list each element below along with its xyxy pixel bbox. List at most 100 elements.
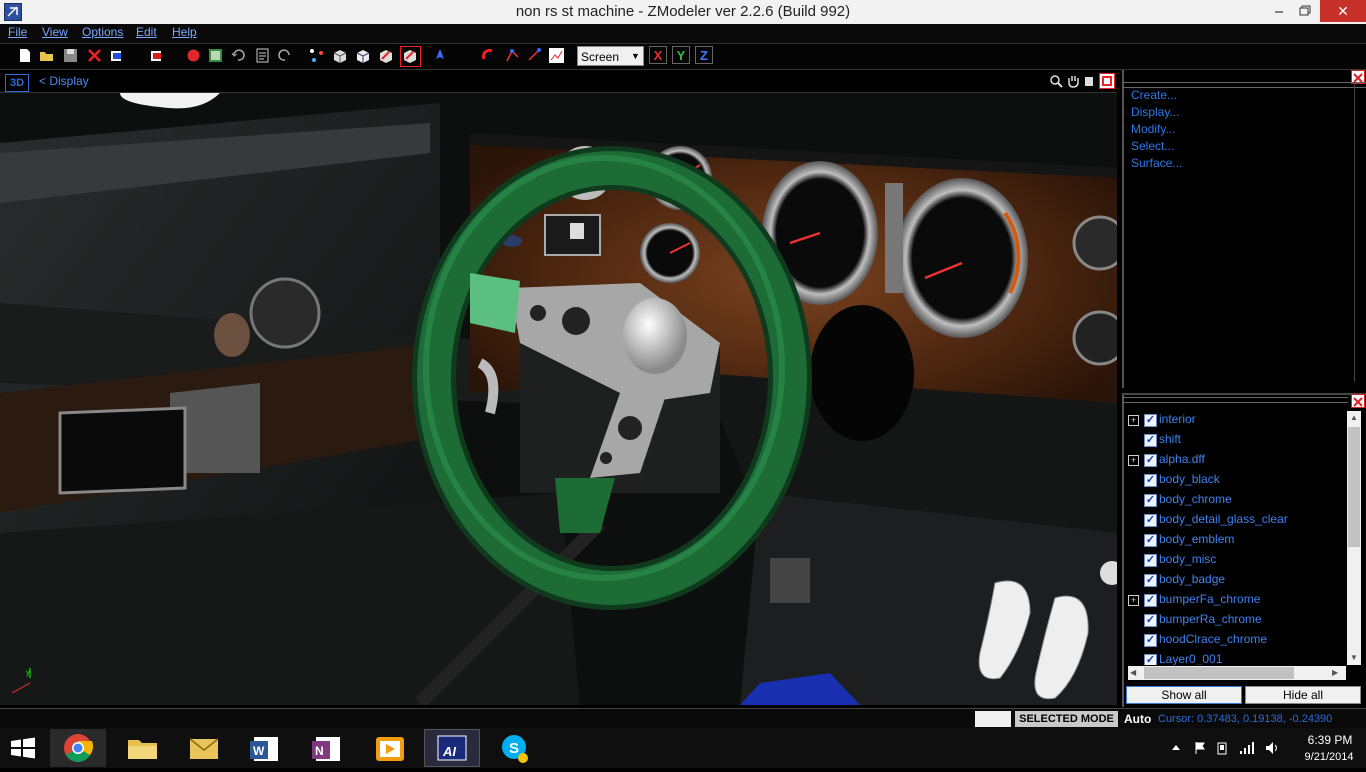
menu-edit[interactable]: Edit — [136, 25, 157, 39]
command-select[interactable]: Select... — [1131, 139, 1174, 153]
taskbar-asus-ai[interactable]: AI — [424, 729, 480, 767]
panel-grip[interactable] — [1122, 397, 1348, 403]
taskbar-skype[interactable]: S — [486, 729, 542, 767]
graph-button[interactable] — [548, 47, 565, 64]
axis-x-toggle[interactable]: X — [649, 46, 667, 64]
tree-item-hoodclrace-chrome[interactable]: ✓ hoodClrace_chrome — [1128, 631, 1343, 651]
visibility-checkbox[interactable]: ✓ — [1144, 474, 1157, 487]
tree-item-body-emblem[interactable]: ✓ body_emblem — [1128, 531, 1343, 551]
select-vertex-button[interactable] — [308, 47, 325, 64]
tray-expand-button[interactable] — [1170, 740, 1182, 754]
command-create[interactable]: Create... — [1131, 88, 1177, 102]
taskbar-file-explorer[interactable] — [115, 729, 171, 767]
start-button[interactable] — [8, 733, 38, 763]
record-button[interactable] — [185, 47, 202, 64]
expand-icon[interactable]: + — [1128, 415, 1139, 426]
grid-snap-button[interactable] — [526, 47, 543, 64]
scroll-down-icon[interactable]: ▼ — [1347, 651, 1361, 665]
import-button[interactable] — [108, 47, 125, 64]
new-file-button[interactable] — [16, 47, 33, 64]
command-panel-scrollbar[interactable] — [1354, 82, 1363, 382]
visibility-checkbox[interactable]: ✓ — [1144, 454, 1157, 467]
show-all-button[interactable]: Show all — [1126, 686, 1242, 704]
open-file-button[interactable] — [38, 47, 55, 64]
selection-mode-indicator[interactable]: SELECTED MODE — [1015, 711, 1118, 727]
tree-item-alpha-dff[interactable]: + ✓ alpha.dff — [1128, 451, 1343, 471]
tree-item-bumperra-chrome[interactable]: ✓ bumperRa_chrome — [1128, 611, 1343, 631]
select-object-button[interactable] — [331, 47, 348, 64]
scroll-right-icon[interactable]: ▶ — [1332, 666, 1344, 680]
clock-date[interactable]: 9/21/2014 — [1298, 751, 1360, 763]
tray-network[interactable] — [1239, 741, 1255, 755]
axis-tool-button[interactable] — [432, 47, 449, 64]
pan-button[interactable] — [1066, 74, 1080, 88]
redo-button[interactable] — [276, 47, 293, 64]
tree-horizontal-scrollbar[interactable]: ◀ ▶ — [1128, 666, 1346, 680]
zoom-button[interactable] — [1049, 74, 1063, 88]
object-tree-close-button[interactable] — [1351, 394, 1365, 408]
scroll-up-icon[interactable]: ▲ — [1347, 411, 1361, 425]
tree-item-interior[interactable]: + ✓ interior — [1128, 411, 1343, 431]
notes-button[interactable] — [254, 47, 271, 64]
snap-button[interactable] — [504, 47, 521, 64]
menu-options[interactable]: Options — [82, 25, 123, 39]
taskbar-media-player[interactable] — [362, 729, 418, 767]
rotate-button[interactable] — [1082, 74, 1096, 88]
clock-time[interactable]: 6:39 PM — [1300, 733, 1360, 747]
command-surface[interactable]: Surface... — [1131, 156, 1182, 170]
tray-device[interactable] — [1215, 741, 1229, 755]
visibility-checkbox[interactable]: ✓ — [1144, 654, 1157, 665]
save-button[interactable] — [62, 47, 79, 64]
taskbar-word[interactable]: W — [238, 729, 294, 767]
visibility-checkbox[interactable]: ✓ — [1144, 494, 1157, 507]
visibility-checkbox[interactable]: ✓ — [1144, 434, 1157, 447]
tree-item-body-misc[interactable]: ✓ body_misc — [1128, 551, 1343, 571]
tree-item-body-detail-glass-clear[interactable]: ✓ body_detail_glass_clear — [1128, 511, 1343, 531]
command-display[interactable]: Display... — [1131, 105, 1179, 119]
export-button[interactable] — [148, 47, 165, 64]
taskbar-chrome[interactable] — [50, 729, 106, 767]
menu-view[interactable]: View — [42, 25, 68, 39]
hide-all-button[interactable]: Hide all — [1245, 686, 1361, 704]
command-modify[interactable]: Modify... — [1131, 122, 1175, 136]
tree-item-body-badge[interactable]: ✓ body_badge — [1128, 571, 1343, 591]
maximize-viewport-button[interactable] — [1099, 73, 1115, 89]
expand-icon[interactable]: + — [1128, 595, 1139, 606]
visibility-checkbox[interactable]: ✓ — [1144, 514, 1157, 527]
visibility-checkbox[interactable]: ✓ — [1144, 594, 1157, 607]
viewport-mode-badge[interactable]: 3D — [5, 74, 29, 92]
invert-select-button[interactable] — [400, 46, 421, 67]
visibility-checkbox[interactable]: ✓ — [1144, 554, 1157, 567]
select-group-button[interactable] — [354, 47, 371, 64]
visibility-checkbox[interactable]: ✓ — [1144, 614, 1157, 627]
tree-item-layer0-001[interactable]: ✓ Layer0_001 — [1128, 651, 1343, 665]
undo-button[interactable] — [230, 47, 247, 64]
tree-item-body-chrome[interactable]: ✓ body_chrome — [1128, 491, 1343, 511]
texture-button[interactable] — [207, 47, 224, 64]
magnet-button[interactable] — [480, 47, 497, 64]
menu-help[interactable]: Help — [172, 25, 197, 39]
3d-viewport[interactable]: y — [0, 93, 1117, 705]
delete-button[interactable] — [86, 47, 103, 64]
select-all-button[interactable] — [377, 47, 394, 64]
maximize-button[interactable] — [1288, 0, 1322, 22]
tree-item-bumperfa-chrome[interactable]: + ✓ bumperFa_chrome — [1128, 591, 1343, 611]
viewport-breadcrumb[interactable]: < Display — [39, 74, 89, 88]
auto-toggle[interactable]: Auto — [1124, 711, 1156, 727]
tree-item-body-black[interactable]: ✓ body_black — [1128, 471, 1343, 491]
visibility-checkbox[interactable]: ✓ — [1144, 534, 1157, 547]
tree-vertical-scrollbar[interactable]: ▲ ▼ — [1347, 411, 1361, 665]
taskbar-outlook[interactable] — [176, 729, 232, 767]
tray-volume[interactable] — [1264, 741, 1280, 755]
scroll-thumb[interactable] — [1144, 667, 1294, 679]
close-button[interactable]: ✕ — [1320, 0, 1366, 22]
expand-icon[interactable]: + — [1128, 455, 1139, 466]
chevron-down-icon[interactable]: ▼ — [631, 46, 645, 66]
scroll-thumb[interactable] — [1348, 427, 1360, 547]
axis-z-toggle[interactable]: Z — [695, 46, 713, 64]
visibility-checkbox[interactable]: ✓ — [1144, 414, 1157, 427]
axis-y-toggle[interactable]: Y — [672, 46, 690, 64]
tree-item-shift[interactable]: ✓ shift — [1128, 431, 1343, 451]
scroll-left-icon[interactable]: ◀ — [1130, 666, 1142, 680]
visibility-checkbox[interactable]: ✓ — [1144, 574, 1157, 587]
